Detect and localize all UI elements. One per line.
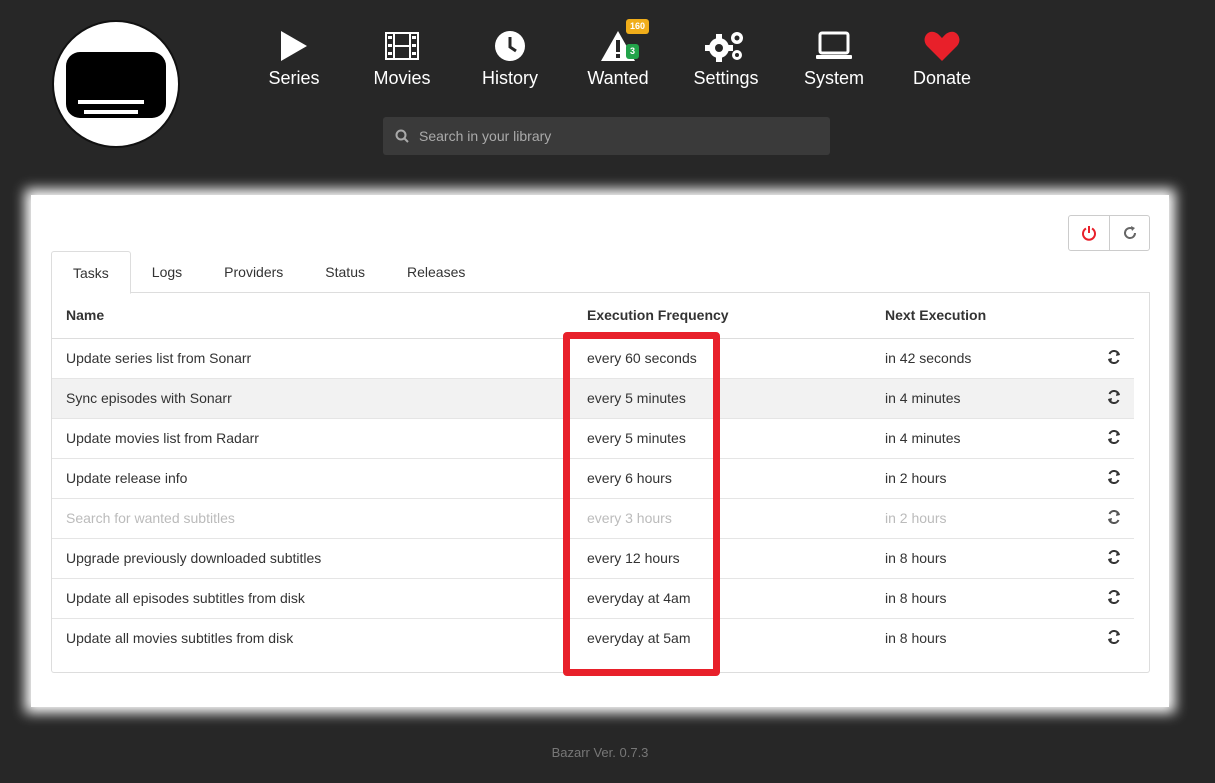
task-name: Update series list from Sonarr [52, 338, 573, 379]
task-name: Upgrade previously downloaded subtitles [52, 538, 573, 579]
task-next: in 8 hours [885, 630, 947, 647]
run-task-button[interactable] [1094, 338, 1134, 379]
nav-wanted[interactable]: Wanted 160 3 [564, 19, 672, 89]
system-tabs: Tasks Logs Providers Status Releases [51, 251, 1150, 294]
sync-icon [1108, 469, 1120, 484]
sync-icon [1108, 549, 1120, 564]
library-search[interactable] [383, 117, 830, 155]
run-task-button[interactable] [1094, 378, 1134, 419]
task-frequency: every 3 hours [573, 498, 871, 539]
run-task-button[interactable] [1094, 418, 1134, 459]
nav-label: Donate [912, 68, 972, 88]
run-task-button[interactable] [1094, 578, 1134, 619]
redo-icon [1123, 226, 1136, 239]
header-frequency: Execution Frequency [573, 293, 871, 339]
table-row: Update movies list from Radarr every 5 mi… [52, 418, 1134, 459]
task-name: Update movies list from Radarr [52, 418, 573, 459]
sync-icon [1108, 589, 1120, 604]
sync-icon [1108, 349, 1120, 364]
table-row: Update all movies subtitles from disk eve… [52, 618, 1134, 658]
header-next: Next Execution [871, 293, 1094, 339]
gears-icon [672, 26, 780, 66]
version-footer: Bazarr Ver. 0.7.3 [551, 745, 649, 760]
header-name: Name [52, 293, 573, 339]
nav-label: Settings [693, 68, 759, 88]
nav-label: System [803, 68, 864, 88]
table-row: Update all episodes subtitles from disk e… [52, 578, 1134, 619]
shutdown-button[interactable] [1069, 216, 1109, 250]
play-icon [240, 26, 348, 66]
task-frequency: every 12 hours [573, 538, 871, 579]
sync-icon [1108, 429, 1120, 444]
nav-label: Series [268, 68, 320, 88]
restart-button[interactable] [1109, 216, 1149, 250]
task-next: in 2 hours [871, 498, 1094, 539]
table-row: Upgrade previously downloaded subtitles e… [52, 538, 1134, 579]
nav-label: Movies [373, 68, 431, 88]
power-icon [1082, 226, 1096, 241]
tab-providers[interactable]: Providers [203, 251, 304, 293]
table-row: Sync episodes with Sonarr every 5 minutes… [52, 378, 1134, 419]
task-name: Update release info [52, 458, 573, 499]
bazarr-logo[interactable] [52, 20, 180, 148]
task-name: Search for wanted subtitles [52, 498, 573, 539]
task-name: Update all episodes subtitles from disk [52, 578, 573, 619]
tasks-table-container: Name Execution Frequency Next Execution … [51, 293, 1150, 673]
run-task-button[interactable] [1094, 538, 1134, 579]
task-next: in 4 minutes [871, 418, 1094, 459]
tab-status[interactable]: Status [304, 251, 386, 293]
task-frequency: every 5 minutes [573, 418, 871, 459]
task-name: Update all movies subtitles from disk [66, 630, 294, 647]
table-row: Search for wanted subtitles every 3 hours… [52, 498, 1134, 539]
wanted-movies-badge: 3 [626, 44, 640, 59]
search-icon [395, 129, 409, 143]
system-panel: Tasks Logs Providers Status Releases Nam… [31, 195, 1169, 707]
nav-series[interactable]: Series [240, 26, 348, 89]
tab-logs[interactable]: Logs [131, 251, 203, 293]
task-frequency: every 6 hours [573, 458, 871, 499]
nav-label: History [481, 68, 538, 88]
wanted-series-badge: 160 [626, 19, 650, 34]
heart-icon [888, 26, 996, 66]
tv-icon [66, 52, 166, 118]
panel-toolbar [1068, 215, 1150, 251]
table-row: Update release info every 6 hours in 2 hou… [52, 458, 1134, 499]
task-name: Sync episodes with Sonarr [52, 378, 573, 419]
task-next: in 4 minutes [871, 378, 1094, 419]
tasks-table: Name Execution Frequency Next Execution … [52, 293, 1134, 658]
main-nav: Series Movies History Wanted 160 3 Setti… [240, 19, 996, 89]
nav-donate[interactable]: Donate [888, 26, 996, 89]
nav-label: Wanted [587, 68, 649, 88]
task-frequency: everyday at 4am [573, 578, 871, 619]
tab-releases[interactable]: Releases [386, 251, 486, 293]
clock-icon [456, 26, 564, 66]
run-task-button[interactable] [1094, 458, 1134, 499]
sync-icon [1108, 389, 1120, 404]
table-row: Update series list from Sonarr every 60 s… [52, 338, 1134, 379]
task-next: in 8 hours [871, 578, 1094, 619]
task-frequency: everyday at 5am [587, 630, 691, 647]
sync-icon [1108, 629, 1120, 644]
nav-system[interactable]: System [780, 26, 888, 89]
run-task-button[interactable] [1094, 618, 1134, 658]
laptop-icon [780, 26, 888, 66]
nav-history[interactable]: History [456, 26, 564, 89]
nav-movies[interactable]: Movies [348, 26, 456, 89]
run-task-button[interactable] [1094, 498, 1134, 539]
sync-icon [1108, 509, 1120, 524]
task-frequency: every 60 seconds [573, 338, 871, 379]
search-input[interactable] [419, 128, 819, 144]
task-frequency: every 5 minutes [573, 378, 871, 419]
task-next: in 8 hours [871, 538, 1094, 579]
warning-icon [564, 26, 672, 66]
film-icon [348, 26, 456, 66]
task-next: in 2 hours [871, 458, 1094, 499]
task-next: in 42 seconds [871, 338, 1094, 379]
tab-tasks[interactable]: Tasks [51, 251, 131, 294]
nav-settings[interactable]: Settings [672, 26, 780, 89]
